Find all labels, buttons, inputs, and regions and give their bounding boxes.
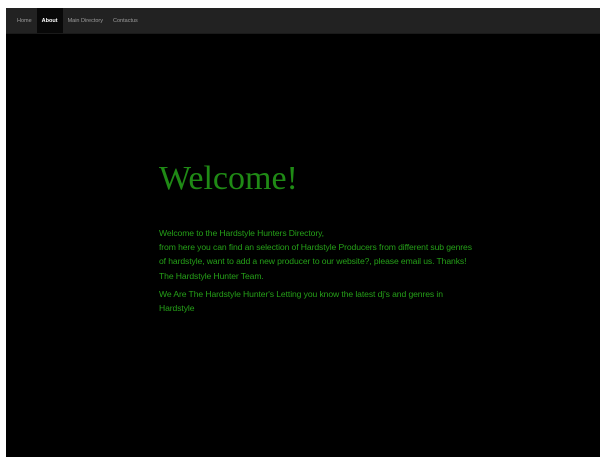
page-frame: Home About Main Directory Contactus Welc… xyxy=(6,8,600,457)
welcome-line: Welcome to the Hardstyle Hunters Directo… xyxy=(159,228,324,238)
welcome-line: from here you can find an selection of H… xyxy=(159,242,472,253)
welcome-line: of hardstyle, want to add a new producer… xyxy=(159,256,467,267)
nav-list: Home About Main Directory Contactus xyxy=(6,8,600,33)
about-line: Hardstyle xyxy=(159,303,195,314)
nav-link-contactus[interactable]: Contactus xyxy=(108,8,143,33)
welcome-paragraph: Welcome to the Hardstyle Hunters Directo… xyxy=(159,226,479,283)
page-heading: Welcome! xyxy=(159,160,298,197)
about-paragraph: We Are The Hardstyle Hunter's Letting yo… xyxy=(159,287,479,315)
nav-link-home[interactable]: Home xyxy=(12,8,37,33)
top-navbar: Home About Main Directory Contactus xyxy=(6,8,600,34)
nav-link-about[interactable]: About xyxy=(36,8,63,33)
nav-link-main-directory[interactable]: Main Directory xyxy=(63,8,108,33)
welcome-line: The Hardstyle Hunter Team. xyxy=(159,270,264,281)
about-line: We Are The Hardstyle Hunter's Letting yo… xyxy=(159,288,443,299)
main-content: Welcome! Welcome to the Hardstyle Hunter… xyxy=(159,158,479,315)
